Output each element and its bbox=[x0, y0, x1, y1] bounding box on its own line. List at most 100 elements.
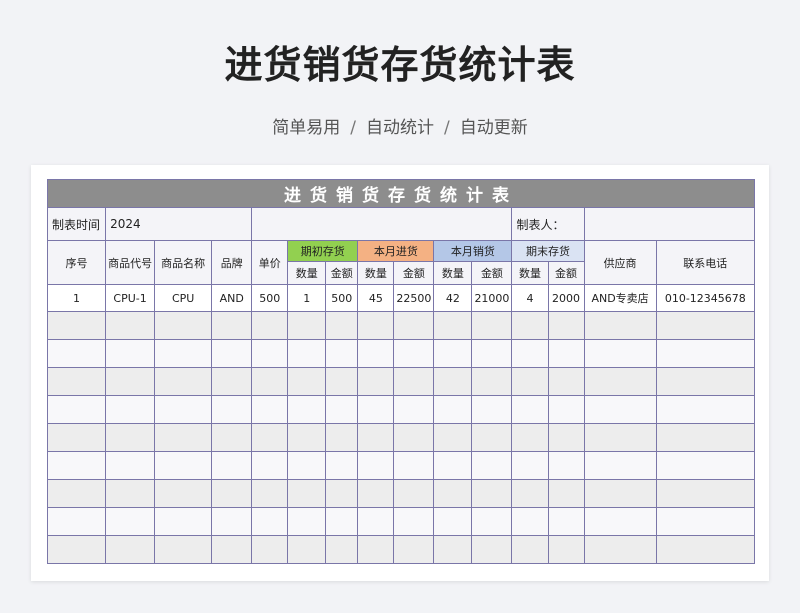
cell-name[interactable] bbox=[154, 479, 213, 508]
cell-closing-qty[interactable] bbox=[511, 423, 549, 452]
cell-supplier[interactable] bbox=[583, 395, 657, 424]
cell-closing-qty[interactable] bbox=[511, 395, 549, 424]
cell-opening-qty[interactable] bbox=[287, 535, 327, 564]
cell-index[interactable] bbox=[46, 423, 107, 452]
cell-brand[interactable] bbox=[211, 423, 253, 452]
cell-sales-qty[interactable] bbox=[433, 451, 473, 480]
cell-purchase-qty[interactable] bbox=[357, 311, 395, 340]
cell-index[interactable] bbox=[46, 367, 107, 396]
cell-sales-qty[interactable] bbox=[433, 423, 473, 452]
cell-opening-amount[interactable] bbox=[325, 395, 359, 424]
cell-sales-amount[interactable] bbox=[471, 451, 513, 480]
cell-sales-amount[interactable]: 21000 bbox=[471, 284, 513, 312]
cell-phone[interactable] bbox=[655, 311, 756, 340]
cell-closing-amount[interactable] bbox=[547, 395, 585, 424]
cell-closing-qty[interactable] bbox=[511, 535, 549, 564]
cell-sales-amount[interactable] bbox=[471, 395, 513, 424]
cell-opening-amount[interactable]: 500 bbox=[325, 284, 359, 312]
cell-sales-qty[interactable] bbox=[433, 311, 473, 340]
cell-opening-amount[interactable] bbox=[325, 339, 359, 368]
cell-closing-amount[interactable] bbox=[547, 339, 585, 368]
cell-code[interactable] bbox=[105, 507, 156, 536]
cell-sales-qty[interactable] bbox=[433, 479, 473, 508]
cell-price[interactable] bbox=[251, 451, 289, 480]
cell-brand[interactable]: AND bbox=[211, 284, 253, 312]
cell-index[interactable] bbox=[46, 507, 107, 536]
cell-sales-qty[interactable] bbox=[433, 535, 473, 564]
cell-code[interactable] bbox=[105, 479, 156, 508]
cell-opening-qty[interactable] bbox=[287, 311, 327, 340]
cell-closing-qty[interactable] bbox=[511, 451, 549, 480]
cell-phone[interactable] bbox=[655, 339, 756, 368]
cell-price[interactable] bbox=[251, 479, 289, 508]
cell-opening-amount[interactable] bbox=[325, 423, 359, 452]
cell-purchase-amount[interactable] bbox=[393, 479, 435, 508]
cell-purchase-amount[interactable] bbox=[393, 451, 435, 480]
cell-supplier[interactable] bbox=[583, 423, 657, 452]
cell-sales-qty[interactable]: 42 bbox=[433, 284, 473, 312]
cell-sales-amount[interactable] bbox=[471, 367, 513, 396]
cell-purchase-qty[interactable] bbox=[357, 479, 395, 508]
cell-closing-qty[interactable] bbox=[511, 367, 549, 396]
cell-brand[interactable] bbox=[211, 535, 253, 564]
cell-opening-qty[interactable] bbox=[287, 339, 327, 368]
cell-name[interactable] bbox=[154, 507, 213, 536]
cell-opening-qty[interactable] bbox=[287, 507, 327, 536]
cell-index[interactable] bbox=[46, 395, 107, 424]
cell-phone[interactable] bbox=[655, 535, 756, 564]
cell-index[interactable] bbox=[46, 479, 107, 508]
cell-code[interactable] bbox=[105, 367, 156, 396]
cell-name[interactable] bbox=[154, 339, 213, 368]
cell-supplier[interactable] bbox=[583, 451, 657, 480]
cell-code[interactable] bbox=[105, 423, 156, 452]
cell-purchase-amount[interactable] bbox=[393, 535, 435, 564]
cell-name[interactable] bbox=[154, 311, 213, 340]
cell-brand[interactable] bbox=[211, 451, 253, 480]
cell-phone[interactable] bbox=[655, 395, 756, 424]
cell-supplier[interactable]: AND专卖店 bbox=[583, 284, 657, 312]
cell-opening-amount[interactable] bbox=[325, 479, 359, 508]
cell-closing-qty[interactable] bbox=[511, 507, 549, 536]
cell-price[interactable] bbox=[251, 395, 289, 424]
cell-code[interactable] bbox=[105, 339, 156, 368]
cell-purchase-qty[interactable] bbox=[357, 367, 395, 396]
cell-price[interactable] bbox=[251, 367, 289, 396]
cell-purchase-qty[interactable] bbox=[357, 423, 395, 452]
cell-sales-amount[interactable] bbox=[471, 479, 513, 508]
cell-name[interactable] bbox=[154, 451, 213, 480]
cell-purchase-qty[interactable]: 45 bbox=[357, 284, 395, 312]
cell-purchase-amount[interactable] bbox=[393, 311, 435, 340]
cell-sales-amount[interactable] bbox=[471, 535, 513, 564]
cell-supplier[interactable] bbox=[583, 535, 657, 564]
cell-closing-amount[interactable] bbox=[547, 535, 585, 564]
cell-phone[interactable] bbox=[655, 451, 756, 480]
cell-phone[interactable]: 010-12345678 bbox=[655, 284, 756, 312]
cell-purchase-amount[interactable]: 22500 bbox=[393, 284, 435, 312]
cell-purchase-qty[interactable] bbox=[357, 395, 395, 424]
cell-supplier[interactable] bbox=[583, 367, 657, 396]
cell-brand[interactable] bbox=[211, 395, 253, 424]
cell-purchase-amount[interactable] bbox=[393, 367, 435, 396]
cell-name[interactable] bbox=[154, 395, 213, 424]
cell-sales-qty[interactable] bbox=[433, 339, 473, 368]
cell-brand[interactable] bbox=[211, 479, 253, 508]
cell-opening-qty[interactable] bbox=[287, 395, 327, 424]
cell-name[interactable] bbox=[154, 535, 213, 564]
cell-price[interactable] bbox=[251, 507, 289, 536]
cell-code[interactable] bbox=[105, 451, 156, 480]
cell-sales-amount[interactable] bbox=[471, 339, 513, 368]
cell-phone[interactable] bbox=[655, 367, 756, 396]
cell-opening-amount[interactable] bbox=[325, 367, 359, 396]
cell-opening-qty[interactable] bbox=[287, 423, 327, 452]
cell-code[interactable] bbox=[105, 395, 156, 424]
year-cell[interactable]: 2024 bbox=[105, 207, 253, 241]
cell-phone[interactable] bbox=[655, 423, 756, 452]
cell-index[interactable] bbox=[46, 535, 107, 564]
cell-closing-qty[interactable] bbox=[511, 311, 549, 340]
cell-purchase-amount[interactable] bbox=[393, 507, 435, 536]
cell-index[interactable] bbox=[46, 339, 107, 368]
cell-index[interactable] bbox=[46, 451, 107, 480]
cell-opening-qty[interactable] bbox=[287, 451, 327, 480]
cell-index[interactable] bbox=[46, 311, 107, 340]
cell-name[interactable] bbox=[154, 423, 213, 452]
